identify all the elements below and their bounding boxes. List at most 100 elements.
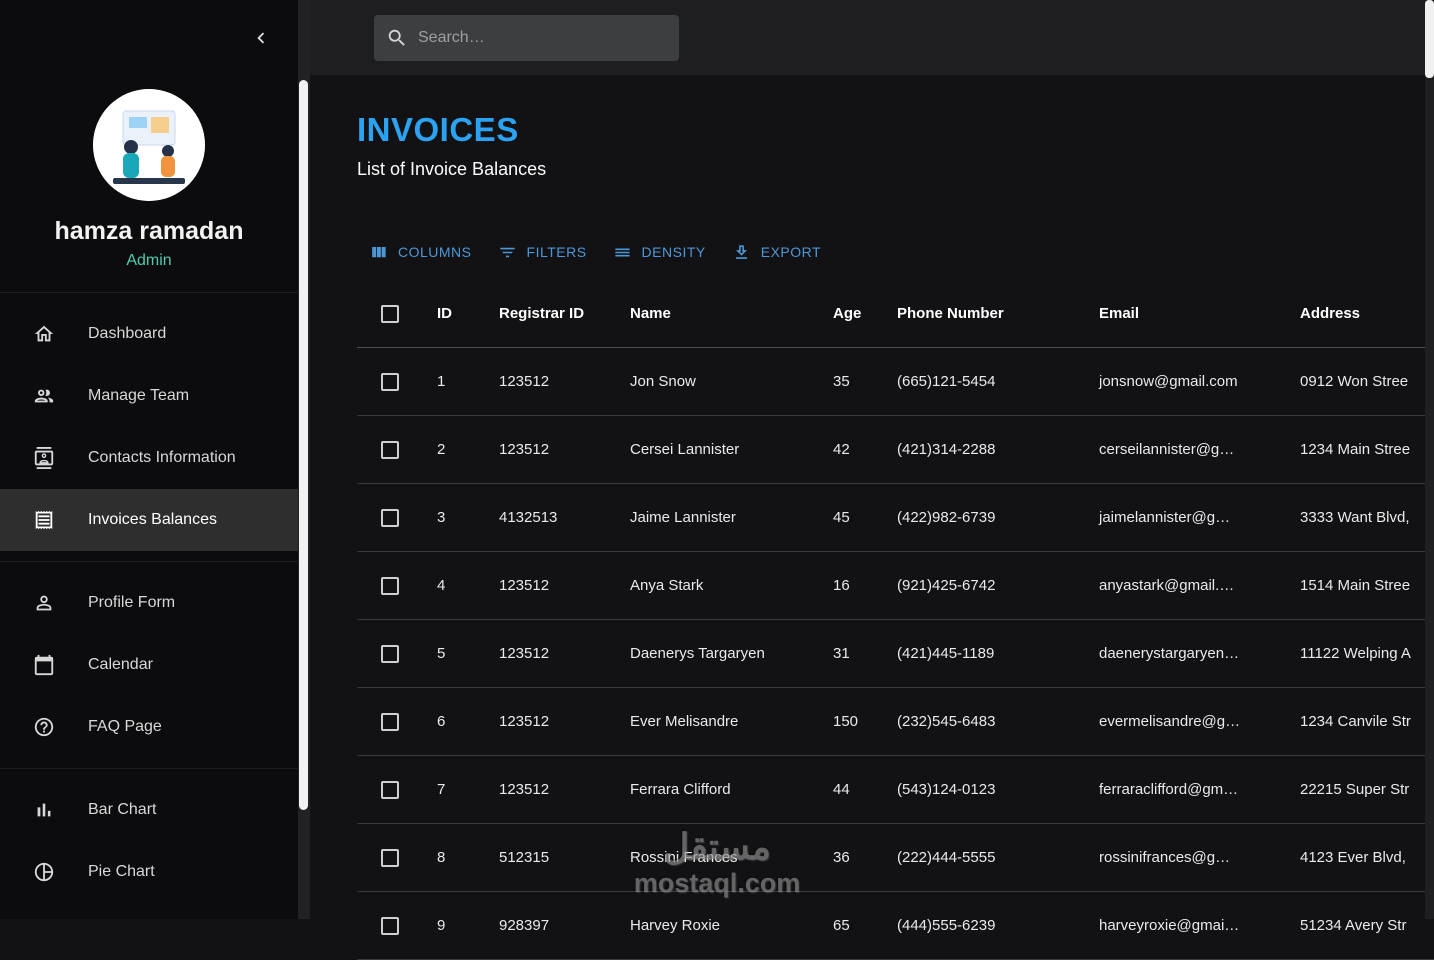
user-name: hamza ramadan [54, 217, 244, 245]
cell-age: 150 [833, 713, 859, 730]
sidebar-item-manage-team[interactable]: Manage Team [0, 365, 298, 427]
cell-registrarId: 928397 [499, 917, 550, 934]
cell-age: 65 [833, 917, 850, 934]
sidebar-item-contacts-information[interactable]: Contacts Information [0, 427, 298, 489]
calendar-icon [34, 654, 54, 676]
sidebar-nav: Dashboard Manage Team Contacts Information… [0, 292, 298, 913]
sidebar-item-label: Invoices Balances [88, 511, 217, 528]
cell-registrarId: 123512 [499, 373, 550, 390]
row-checkbox[interactable] [381, 508, 399, 527]
sidebar-item-label: Dashboard [88, 325, 167, 342]
cell-email: cerseilannister@g… [1099, 441, 1235, 458]
table-row[interactable]: 6 123512 Ever Melisandre 150 (232)545-6483 ev… [357, 688, 1434, 756]
column-header-email[interactable]: Email [1085, 280, 1286, 347]
density-button[interactable]: DENSITY [613, 243, 706, 262]
column-header-phone[interactable]: Phone Number [883, 280, 1085, 347]
cell-registrarId: 4132513 [499, 509, 558, 526]
help-icon [34, 717, 54, 737]
table-row[interactable]: 4 123512 Anya Stark 16 (921)425-6742 anyastar… [357, 552, 1434, 620]
column-header-address[interactable]: Address [1286, 280, 1434, 347]
column-header-registrarId[interactable]: Registrar ID [485, 280, 616, 347]
scrollbar-thumb[interactable] [299, 80, 308, 810]
cell-phone: (543)124-0123 [897, 781, 996, 798]
table-row[interactable]: 1 123512 Jon Snow 35 (665)121-5454 jonsnow@gm… [357, 348, 1434, 416]
cell-registrarId: 123512 [499, 781, 550, 798]
select-all-checkbox[interactable] [381, 304, 399, 323]
cell-address: 11122 Welping A [1300, 645, 1411, 662]
cell-age: 16 [833, 577, 850, 594]
avatar [93, 89, 205, 201]
filters-button[interactable]: FILTERS [498, 243, 587, 262]
column-header-age[interactable]: Age [819, 280, 883, 347]
cell-registrarId: 123512 [499, 645, 550, 662]
cell-id: 3 [437, 509, 446, 526]
people-icon [34, 389, 54, 403]
sidebar-item-invoices-balances[interactable]: Invoices Balances [0, 489, 298, 551]
cell-address: 0912 Won Stree [1300, 373, 1409, 390]
bar-chart-icon [37, 803, 51, 817]
sidebar-item-calendar[interactable]: Calendar [0, 634, 298, 696]
table-row[interactable]: 9 928397 Harvey Roxie 65 (444)555-6239 harvey… [357, 892, 1434, 960]
table-row[interactable]: 7 123512 Ferrara Clifford 44 (543)124-0123 fe… [357, 756, 1434, 824]
table-row[interactable]: 8 512315 Rossini Frances 36 (222)444-5555 ros… [357, 824, 1434, 892]
row-checkbox[interactable] [381, 712, 399, 731]
avatar-illustration [93, 89, 205, 201]
table-row[interactable]: 5 123512 Daenerys Targaryen 31 (421)445-1189… [357, 620, 1434, 688]
export-button[interactable]: EXPORT [732, 243, 821, 262]
search-input[interactable] [418, 28, 667, 47]
sidebar-header [0, 0, 298, 75]
filter-icon [499, 247, 515, 257]
table-row[interactable]: 2 123512 Cersei Lannister 42 (421)314-2288 ce… [357, 416, 1434, 484]
row-checkbox[interactable] [381, 372, 399, 391]
sidebar-item-profile-form[interactable]: Profile Form [0, 572, 298, 634]
cell-phone: (921)425-6742 [897, 577, 996, 594]
cell-age: 31 [833, 645, 850, 662]
column-header-id[interactable]: ID [423, 280, 485, 347]
columns-button[interactable]: COLUMNS [369, 243, 472, 262]
cell-age: 35 [833, 373, 850, 390]
table-header: ID Registrar ID Name Age Phone Number Email Ad… [357, 280, 1434, 348]
sidebar-item-dashboard[interactable]: Dashboard [0, 303, 298, 365]
window-scrollbar-thumb[interactable] [1425, 0, 1434, 78]
sidebar-item-pie-chart[interactable]: Pie Chart [0, 841, 298, 903]
cell-registrarId: 123512 [499, 713, 550, 730]
sidebar-item-label: FAQ Page [88, 718, 162, 735]
search-icon[interactable] [386, 27, 408, 49]
row-checkbox[interactable] [381, 576, 399, 595]
cell-id: 9 [437, 917, 446, 934]
export-icon [735, 244, 747, 259]
row-checkbox[interactable] [381, 916, 399, 935]
cell-phone: (232)545-6483 [897, 713, 996, 730]
table-row[interactable]: 3 4132513 Jaime Lannister 45 (422)982-6739 ja… [357, 484, 1434, 552]
search-box[interactable] [374, 14, 679, 61]
cell-name: Harvey Roxie [630, 917, 721, 934]
cell-name: Daenerys Targaryen [630, 645, 765, 662]
row-checkbox[interactable] [381, 780, 399, 799]
cell-email: ferraraclifford@gm… [1099, 781, 1239, 798]
chevron-left-icon [257, 32, 265, 43]
sidebar-section: Profile Form Calendar FAQ Page [0, 561, 298, 768]
scrollbar-track[interactable] [298, 0, 310, 919]
cell-registrarId: 123512 [499, 577, 550, 594]
window-scrollbar-track[interactable] [1425, 0, 1434, 919]
sidebar-item-bar-chart[interactable]: Bar Chart [0, 779, 298, 841]
sidebar-collapse-button[interactable] [250, 27, 272, 49]
cell-registrarId: 512315 [499, 849, 550, 866]
sidebar: hamza ramadan Admin Dashboard Manage Team… [0, 0, 298, 919]
cell-phone: (444)555-6239 [897, 917, 996, 934]
cell-id: 4 [437, 577, 446, 594]
person-icon [36, 595, 52, 611]
sidebar-item-label: Pie Chart [88, 863, 155, 880]
row-checkbox[interactable] [381, 644, 399, 663]
cell-name: Jon Snow [630, 373, 696, 390]
row-checkbox[interactable] [381, 848, 399, 867]
page-subtitle: List of Invoice Balances [357, 159, 547, 179]
cell-id: 2 [437, 441, 446, 458]
column-header-name[interactable]: Name [616, 280, 819, 347]
sidebar-item-faq-page[interactable]: FAQ Page [0, 696, 298, 758]
row-checkbox[interactable] [381, 440, 399, 459]
cell-address: 4123 Ever Blvd, [1300, 849, 1406, 866]
columns-icon [372, 246, 386, 257]
cell-age: 42 [833, 441, 850, 458]
cell-email: harveyroxie@gmai… [1099, 917, 1240, 934]
